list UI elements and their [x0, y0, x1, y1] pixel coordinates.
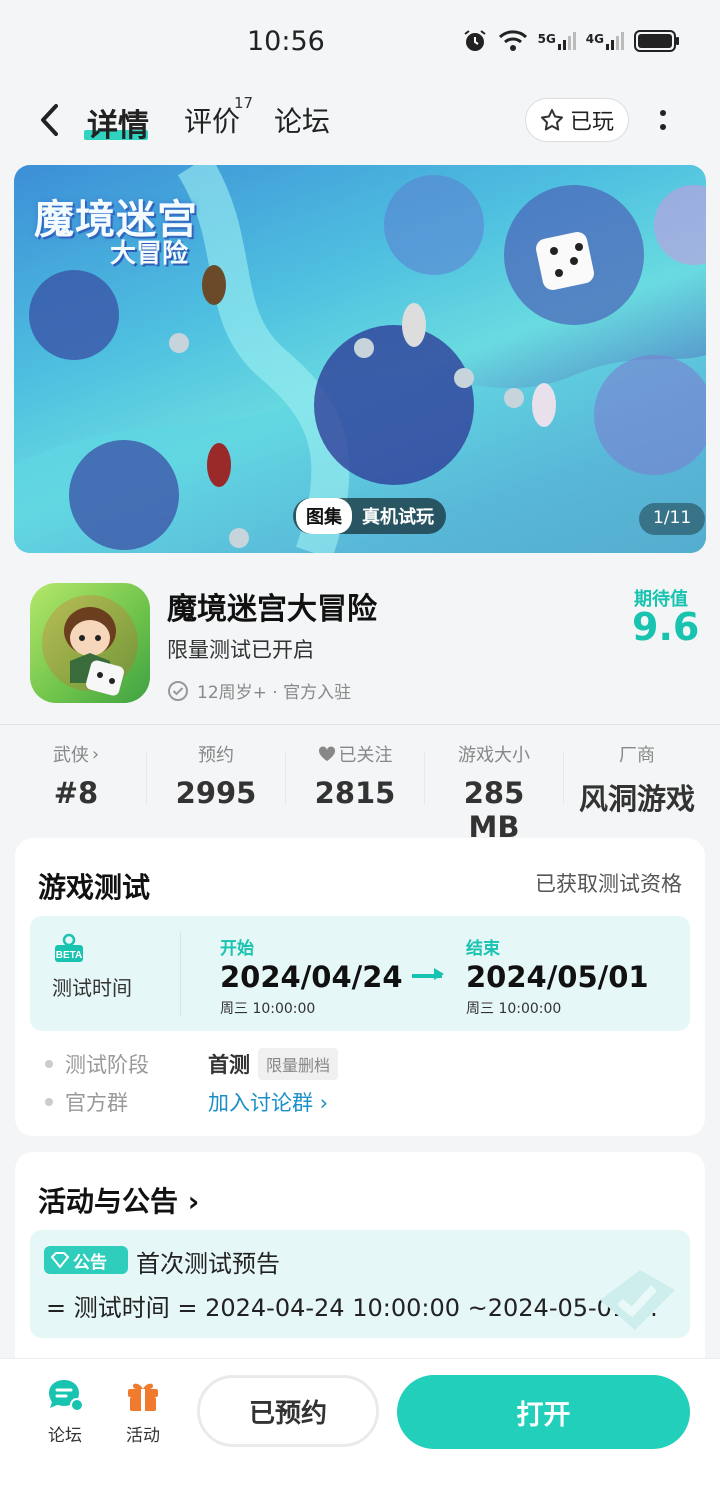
notice-text: = 测试时间 = 2024-04-24 10:00:00 ~2024-05-01…	[46, 1294, 658, 1322]
watermark-icon	[600, 1270, 675, 1330]
gallery-banner[interactable]: 魔境迷宫 大冒险 图集 真机试玩 1/11	[14, 165, 706, 553]
battery-icon	[634, 30, 679, 52]
stat-rank[interactable]: 武侠 › #8	[26, 742, 126, 811]
app-icon	[30, 583, 150, 703]
notice-tag: 公告	[44, 1246, 128, 1274]
stat-reservations: 预约 2995	[166, 742, 266, 810]
end-time: 周三 10:00:00	[466, 1001, 562, 1017]
expectation-score: 9.6	[632, 605, 700, 649]
page: 10:56 5G 4G 详情 评价 17 论坛 已玩 魔境迷宫 大冒险 图集 真…	[0, 0, 720, 1485]
test-time-label: 测试时间	[52, 976, 132, 1000]
stat-developer[interactable]: 厂商 风洞游戏	[574, 742, 700, 818]
game-name: 魔境迷宫大冒险	[167, 592, 377, 627]
stat-divider	[424, 752, 425, 804]
test-phase-tag: 限量删档	[258, 1048, 339, 1080]
stat-followed-label: 已关注	[338, 745, 393, 766]
official-group-key: 官方群	[65, 1091, 128, 1115]
info-divider	[0, 724, 720, 725]
gallery-tab[interactable]: 图集	[296, 498, 352, 534]
beta-icon: BETA	[55, 933, 83, 962]
stat-reservations-label: 预约	[198, 745, 234, 766]
app-icon-art	[42, 595, 138, 696]
back-arrow-icon[interactable]	[36, 102, 66, 138]
played-label: 已玩	[569, 110, 614, 135]
more-options-icon[interactable]	[656, 106, 670, 134]
top-nav: 详情 评价 17 论坛 已玩	[0, 86, 720, 154]
bullet	[45, 1060, 53, 1068]
activity-button[interactable]: 活动	[113, 1377, 173, 1446]
test-time-divider	[180, 932, 181, 1016]
stat-developer-label: 厂商	[619, 745, 655, 766]
test-phase-key: 测试阶段	[65, 1053, 149, 1077]
stat-rank-label: 武侠	[52, 745, 89, 766]
stat-size: 游戏大小 285 MB	[434, 742, 554, 844]
test-phase-value: 首测	[208, 1053, 250, 1077]
diamond-icon	[51, 1252, 69, 1268]
gift-icon	[128, 1383, 158, 1411]
status-icons: 5G 4G	[462, 28, 680, 54]
played-button[interactable]: 已玩	[525, 98, 629, 142]
svg-text:BETA: BETA	[56, 950, 82, 961]
activity-label: 活动	[126, 1426, 160, 1446]
game-meta: 12周岁+ · 官方入驻	[167, 678, 351, 703]
join-group-link[interactable]: 加入讨论群 ›	[208, 1087, 328, 1117]
stat-developer-value: 风洞游戏	[578, 782, 695, 816]
tab-reviews[interactable]: 评价	[184, 100, 240, 140]
stat-rank-value: #8	[53, 776, 99, 810]
tab-forum[interactable]: 论坛	[274, 100, 330, 140]
stat-reservations-value: 2995	[175, 776, 257, 810]
trial-play-tab[interactable]: 真机试玩	[362, 503, 434, 529]
stat-divider	[146, 752, 147, 804]
bullet	[45, 1098, 53, 1106]
game-tagline: 限量测试已开启	[167, 638, 314, 662]
notice-title: 首次测试预告	[136, 1250, 280, 1278]
stat-size-label: 游戏大小	[458, 745, 530, 766]
5g-signal-icon: 5G	[538, 32, 576, 50]
alarm-icon	[463, 30, 486, 51]
check-circle-icon	[168, 680, 188, 701]
stat-divider	[563, 752, 564, 804]
forum-label: 论坛	[48, 1426, 82, 1446]
test-time-box: BETA 测试时间 开始 2024/04/24 周三 10:00:00 结束 2…	[30, 916, 690, 1031]
game-test-card: 游戏测试 已获取测试资格 BETA 测试时间 开始 2024/04/24 周三 …	[15, 838, 705, 1136]
chevron-right-icon: ›	[91, 743, 100, 765]
stat-followed[interactable]: 已关注 2815	[300, 742, 410, 810]
end-date: 2024/05/01	[466, 960, 649, 994]
game-meta-text: 12周岁+ · 官方入驻	[197, 683, 352, 703]
notice-section-title[interactable]: 活动与公告 ›	[38, 1180, 199, 1220]
stat-size-value: 285 MB	[463, 776, 525, 844]
reviews-count-badge: 17	[234, 94, 254, 112]
forum-chat-icon	[49, 1380, 84, 1412]
open-button[interactable]: 打开	[397, 1375, 690, 1449]
status-time: 10:56	[247, 26, 325, 57]
official-group-row: 官方群 加入讨论群 ›	[45, 1087, 328, 1117]
arrow-right-icon	[412, 968, 444, 980]
start-label: 开始	[220, 939, 254, 959]
stat-followed-value: 2815	[314, 776, 396, 810]
status-bar: 10:56 5G 4G	[0, 0, 720, 86]
wifi-icon	[498, 30, 527, 51]
bottom-action-bar: 论坛 活动 已预约 打开	[0, 1358, 720, 1485]
test-section-title: 游戏测试	[38, 871, 151, 904]
test-qualification: 已获取测试资格	[535, 872, 682, 896]
notice-item[interactable]: 公告 首次测试预告 = 测试时间 = 2024-04-24 10:00:00 ~…	[30, 1230, 690, 1338]
start-date: 2024/04/24	[220, 960, 403, 994]
test-phase-row: 测试阶段 首测 限量删档	[45, 1048, 339, 1080]
media-switch[interactable]: 图集 真机试玩	[293, 498, 446, 534]
stat-divider	[285, 752, 286, 804]
banner-subtitle: 大冒险	[110, 239, 189, 269]
forum-button[interactable]: 论坛	[35, 1377, 95, 1446]
end-label: 结束	[466, 939, 500, 959]
start-time: 周三 10:00:00	[220, 1001, 316, 1017]
heart-icon	[318, 746, 335, 761]
gallery-counter: 1/11	[639, 503, 706, 535]
star-icon	[540, 109, 563, 131]
4g-signal-icon: 4G	[586, 32, 624, 50]
reserved-button[interactable]: 已预约	[197, 1375, 379, 1447]
tab-details[interactable]: 详情	[87, 100, 149, 145]
